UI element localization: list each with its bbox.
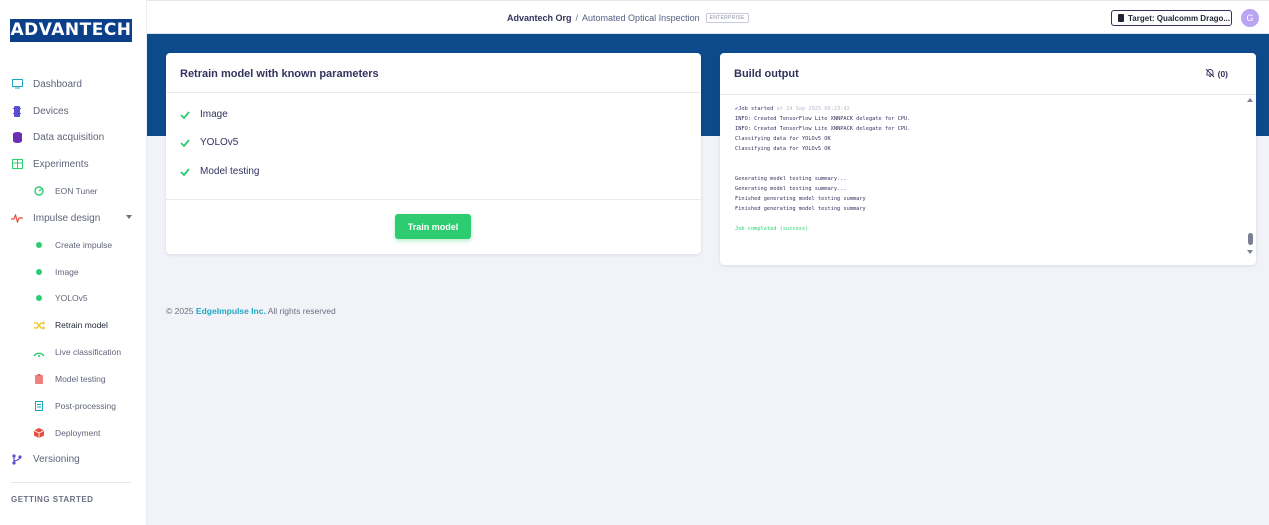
scroll-up-arrow[interactable]	[1247, 98, 1253, 102]
retrain-title: Retrain model with known parameters	[180, 68, 379, 80]
monitor-icon	[11, 78, 23, 90]
sidebar-item-label: Devices	[33, 105, 69, 117]
sidebar-item-live-classification[interactable]: Live classification	[0, 343, 146, 361]
breadcrumb-project[interactable]: Automated Optical Inspection	[582, 13, 700, 23]
sidebar-item-data-acquisition[interactable]: Data acquisition	[0, 128, 146, 146]
box-icon	[33, 427, 45, 439]
scrollbar-thumb[interactable]	[1248, 233, 1253, 245]
dot-icon	[33, 266, 45, 278]
log-line: Job started	[738, 106, 774, 112]
sidebar-item-label: Versioning	[33, 453, 80, 465]
target-device-button[interactable]: Target: Qualcomm Drago...	[1111, 10, 1232, 26]
sidebar-item-retrain-model[interactable]: Retrain model	[0, 316, 146, 334]
step-row: YOLOv5	[180, 137, 238, 148]
log-line: Finished generating model testing summar…	[735, 206, 866, 212]
log-line: Classifying data for YOLOv5 OK	[735, 136, 831, 142]
sidebar-item-post-processing[interactable]: Post-processing	[0, 397, 146, 415]
log-line: Generating model testing summary...	[735, 186, 847, 192]
checkmark-icon	[180, 138, 190, 147]
step-row: Image	[180, 109, 228, 120]
sidebar-item-label: Deployment	[55, 428, 101, 438]
breadcrumb-org[interactable]: Advantech Org	[507, 13, 572, 23]
chip-icon	[1118, 14, 1124, 22]
scroll-down-arrow[interactable]	[1247, 250, 1253, 254]
log-line: Classifying data for YOLOv5 OK	[735, 146, 831, 152]
train-model-button[interactable]: Train model	[395, 214, 471, 239]
sidebar-item-label: Image	[55, 267, 79, 277]
log-line: INFO: Created TensorFlow Lite XNNPACK de…	[735, 126, 911, 132]
sidebar-divider	[11, 482, 131, 483]
build-output-title: Build output	[734, 68, 799, 80]
footer-company-link[interactable]: EdgeImpulse Inc.	[196, 306, 266, 316]
divider	[166, 92, 701, 93]
sidebar: ADVANTECH Dashboard Devices Data acquisi…	[0, 0, 147, 525]
dot-icon	[33, 239, 45, 251]
sidebar-item-experiments[interactable]: Experiments	[0, 155, 146, 173]
dot-icon	[33, 292, 45, 304]
divider	[720, 94, 1256, 95]
sidebar-item-label: Model testing	[55, 374, 106, 384]
section-title-getting-started: GETTING STARTED	[11, 495, 94, 504]
sidebar-item-label: Live classification	[55, 347, 122, 357]
step-label: YOLOv5	[200, 137, 239, 148]
sidebar-item-eon-tuner[interactable]: EON Tuner	[0, 182, 146, 200]
branch-icon	[11, 453, 23, 465]
sidebar-item-model-testing[interactable]: Model testing	[0, 370, 146, 388]
retrain-card: Retrain model with known parameters Imag…	[166, 53, 701, 254]
log-line: INFO: Created TensorFlow Lite XNNPACK de…	[735, 116, 911, 122]
database-icon	[11, 131, 23, 143]
build-output-card: Build output (0) ✔Job started at 24 Sep …	[720, 53, 1256, 265]
step-label: Model testing	[200, 166, 260, 177]
build-log: ✔Job started at 24 Sep 2025 06:23:42 INF…	[735, 104, 1235, 234]
doc-icon	[33, 400, 45, 412]
sidebar-item-label: EON Tuner	[55, 186, 98, 196]
table-icon	[11, 158, 23, 170]
step-row: Model testing	[180, 166, 259, 177]
advantech-logo[interactable]: ADVANTECH	[10, 19, 132, 42]
notif-count: (0)	[1217, 69, 1228, 79]
sidebar-item-label: Create impulse	[55, 240, 113, 250]
log-line: Job completed (success)	[735, 226, 809, 232]
sidebar-item-label: Retrain model	[55, 320, 108, 330]
sidebar-item-label: Experiments	[33, 158, 89, 170]
clipboard-icon	[33, 373, 45, 385]
sidebar-item-image[interactable]: Image	[0, 263, 146, 281]
sidebar-item-label: Data acquisition	[33, 131, 105, 143]
sidebar-item-label: Dashboard	[33, 78, 82, 90]
top-header: Advantech Org / Automated Optical Inspec…	[147, 0, 1269, 34]
tuner-icon	[33, 185, 45, 197]
sidebar-item-label: YOLOv5	[55, 293, 88, 303]
wifi-icon	[33, 346, 45, 358]
sidebar-item-deployment[interactable]: Deployment	[0, 424, 146, 442]
log-line: at 24 Sep 2025 06:23:42	[776, 106, 850, 112]
sidebar-item-label: Impulse design	[33, 212, 101, 224]
footer: © 2025 EdgeImpulse Inc. All rights reser…	[166, 306, 336, 316]
avatar[interactable]: G	[1241, 9, 1259, 27]
checkmark-icon	[180, 167, 190, 176]
step-label: Image	[200, 109, 228, 120]
shuffle-icon	[33, 319, 45, 331]
sidebar-item-dashboard[interactable]: Dashboard	[0, 75, 146, 93]
footer-rights: All rights reserved	[267, 306, 336, 316]
sidebar-item-versioning[interactable]: Versioning	[0, 450, 146, 468]
sidebar-item-impulse-design[interactable]: Impulse design	[0, 209, 146, 227]
bell-off-icon	[1205, 68, 1215, 80]
log-line: Generating model testing summary...	[735, 176, 847, 182]
sidebar-item-create-impulse[interactable]: Create impulse	[0, 236, 146, 254]
divider	[166, 199, 701, 200]
notifications-toggle[interactable]: (0)	[1205, 68, 1228, 80]
chevron-down-icon[interactable]	[126, 215, 132, 219]
breadcrumb-separator: /	[575, 13, 579, 23]
pulse-icon	[11, 212, 23, 224]
sidebar-item-yolov5[interactable]: YOLOv5	[0, 289, 146, 307]
chip-icon	[11, 105, 23, 117]
sidebar-item-devices[interactable]: Devices	[0, 102, 146, 120]
target-label: Target: Qualcomm Drago...	[1128, 13, 1231, 23]
sidebar-item-label: Post-processing	[55, 401, 116, 411]
footer-copyright: © 2025	[166, 306, 194, 316]
breadcrumb: Advantech Org / Automated Optical Inspec…	[507, 13, 749, 23]
enterprise-badge: ENTERPRISE	[705, 13, 749, 23]
checkmark-icon	[180, 110, 190, 119]
log-line: Finished generating model testing summar…	[735, 196, 866, 202]
